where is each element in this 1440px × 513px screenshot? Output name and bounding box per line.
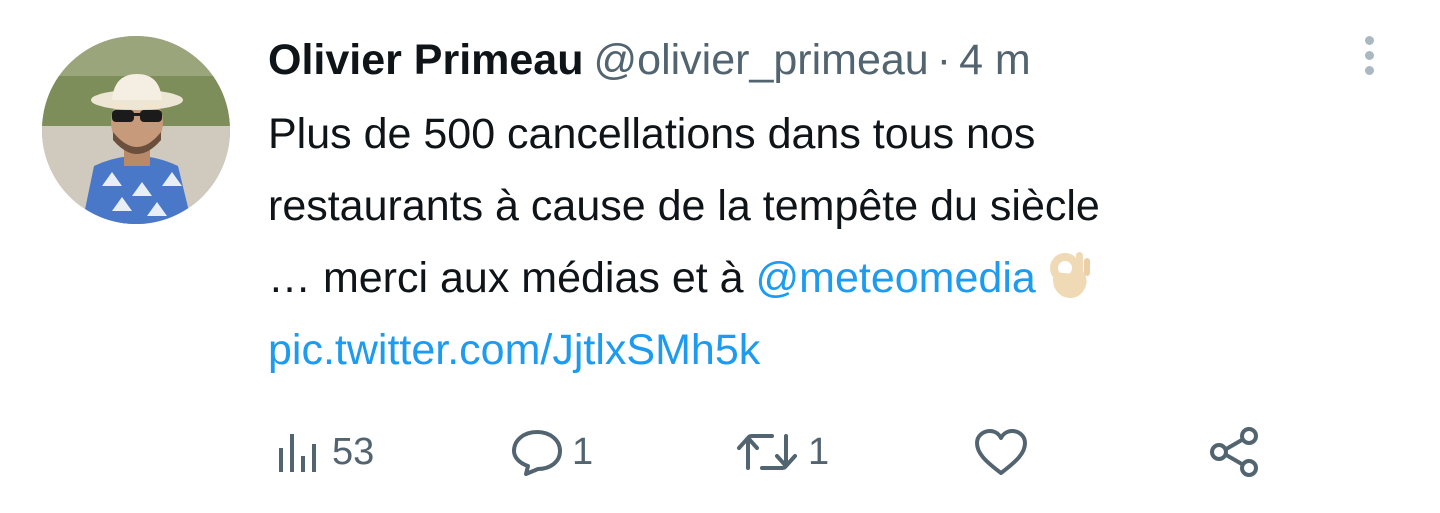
more-dot bbox=[1365, 51, 1374, 60]
bar-chart-icon bbox=[279, 434, 316, 472]
share-button[interactable] bbox=[1207, 420, 1269, 484]
author-name[interactable]: Olivier Primeau bbox=[268, 36, 584, 84]
tweet[interactable]: Olivier Primeau @olivier_primeau · 4 m Plus… bbox=[0, 0, 1440, 513]
more-dot bbox=[1365, 36, 1374, 45]
retweet-arrows-icon bbox=[737, 434, 797, 470]
like-button[interactable] bbox=[973, 420, 1037, 484]
pic-link[interactable]: pic.twitter.com/JjtlxSMh5k bbox=[268, 314, 1398, 386]
mention-link[interactable]: @meteomedia bbox=[756, 254, 1036, 302]
views-count: 53 bbox=[332, 430, 375, 473]
more-options-icon[interactable] bbox=[1356, 32, 1384, 80]
avatar-photo bbox=[42, 36, 230, 224]
views-button[interactable]: 53 bbox=[276, 420, 374, 484]
tweet-text-line: Plus de 500 cancellations dans tous nos bbox=[268, 110, 1036, 158]
speech-bubble-icon bbox=[512, 430, 562, 476]
reply-count: 1 bbox=[572, 430, 594, 473]
tweet-text-segment: … merci aux médias et à bbox=[268, 254, 756, 302]
retweet-count: 1 bbox=[808, 430, 830, 473]
ok-hand-emoji-icon bbox=[1049, 252, 1090, 298]
timestamp[interactable]: 4 m bbox=[959, 36, 1031, 84]
separator-dot: · bbox=[936, 36, 952, 84]
tweet-header: Olivier Primeau @olivier_primeau · 4 m bbox=[268, 30, 1031, 90]
share-nodes-icon bbox=[1210, 427, 1258, 477]
tweet-text-line: … merci aux médias et à @meteomedia bbox=[268, 242, 1398, 314]
tweet-actions: 53 1 1 bbox=[0, 420, 1440, 484]
more-dot bbox=[1365, 66, 1374, 75]
author-handle[interactable]: @olivier_primeau bbox=[594, 36, 929, 84]
reply-button[interactable]: 1 bbox=[510, 420, 593, 484]
heart-icon bbox=[975, 429, 1027, 475]
avatar[interactable] bbox=[42, 36, 230, 224]
tweet-text-line: restaurants à cause de la tempête du siè… bbox=[268, 182, 1100, 230]
tweet-text: Plus de 500 cancellations dans tous nos … bbox=[268, 98, 1398, 386]
retweet-button[interactable]: 1 bbox=[734, 420, 829, 484]
